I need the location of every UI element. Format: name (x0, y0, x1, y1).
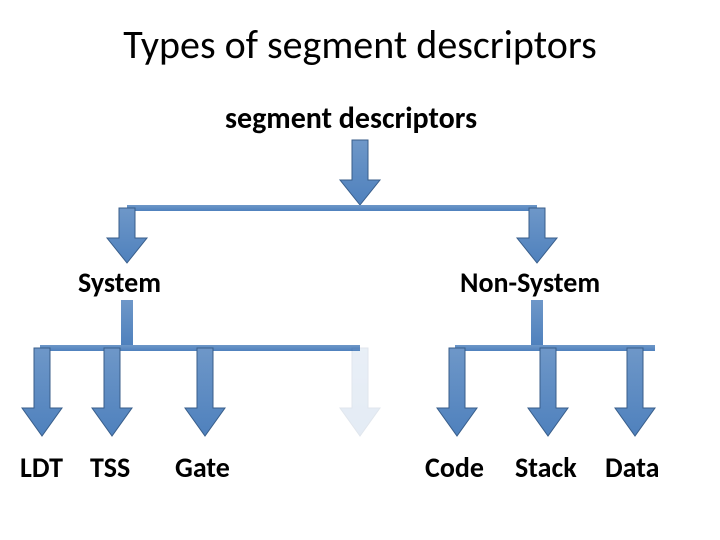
diagram-arrows (0, 0, 720, 540)
slide: Types of segment descriptors segment des… (0, 0, 720, 540)
